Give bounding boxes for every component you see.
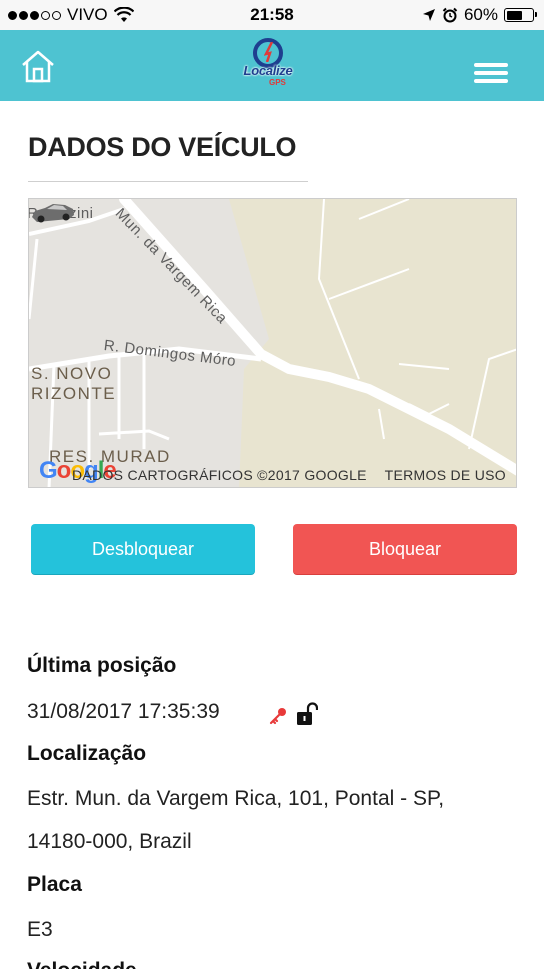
- home-icon[interactable]: [20, 48, 56, 84]
- area-label: S. NOVO: [31, 364, 113, 383]
- plate-label: Placa: [27, 873, 82, 896]
- logo-text: Localize: [243, 63, 293, 78]
- location-label: Localização: [27, 742, 147, 765]
- title-divider: [28, 181, 308, 182]
- hamburger-menu-icon[interactable]: [474, 63, 508, 83]
- location-arrow-icon: [422, 9, 435, 21]
- lock-button[interactable]: Bloquear: [293, 524, 517, 574]
- speed-label: Velocidade: [27, 959, 137, 969]
- alarm-clock-icon: [442, 7, 458, 23]
- page-title: DADOS DO VEÍCULO: [28, 132, 297, 162]
- vehicle-map[interactable]: Ramazini Mun. da Vargem Rica R. Domingos…: [28, 198, 517, 488]
- vehicle-marker-icon[interactable]: [29, 199, 77, 225]
- app-header: Localize GPS: [0, 30, 544, 101]
- battery-icon: [504, 8, 537, 22]
- battery-percent: 60%: [463, 5, 498, 24]
- status-bar: VIVO 21:58 60%: [0, 0, 544, 30]
- area-label: RIZONTE: [31, 384, 117, 403]
- unlock-button[interactable]: Desbloquear: [31, 524, 255, 574]
- unlocked-padlock-icon: [297, 702, 318, 725]
- last-position-label: Última posição: [27, 654, 177, 677]
- app-logo: Localize GPS: [242, 36, 294, 94]
- logo-subtext: GPS: [269, 78, 286, 87]
- location-line-1: Estr. Mun. da Vargem Rica, 101, Pontal -…: [27, 787, 445, 810]
- map-terms-link[interactable]: TERMOS DE USO: [385, 467, 506, 483]
- vehicle-status-icons: [268, 702, 318, 726]
- map-copyright: DADOS CARTOGRÁFICOS ©2017 GOOGLE: [72, 467, 367, 483]
- key-icon: [269, 708, 286, 725]
- map-footer: Google DADOS CARTOGRÁFICOS ©2017 GOOGLE …: [29, 457, 516, 487]
- map-tiles: [29, 199, 516, 487]
- plate-value: E3: [27, 918, 53, 941]
- location-line-2: 14180-000, Brazil: [27, 830, 192, 853]
- last-position-value: 31/08/2017 17:35:39: [27, 700, 220, 723]
- system-indicators: 60%: [422, 5, 537, 25]
